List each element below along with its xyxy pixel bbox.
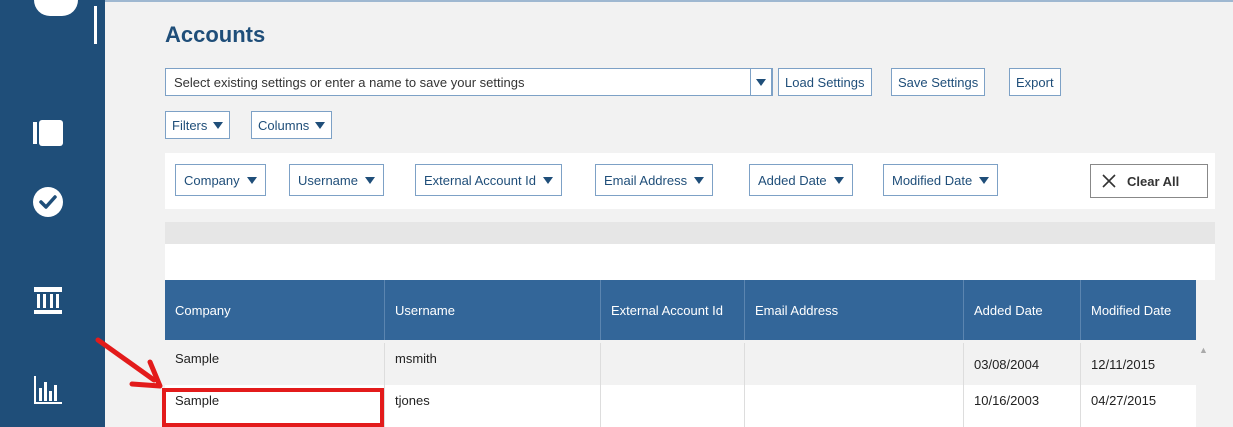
filters-button[interactable]: Filters (165, 111, 231, 139)
sidebar-top-tab[interactable] (34, 0, 78, 16)
chevron-down-icon (833, 176, 844, 184)
chevron-down-icon (543, 176, 554, 184)
annotation-highlight-box (162, 388, 384, 427)
save-settings-button[interactable]: Save Settings (891, 68, 986, 96)
chip-label: Modified Date (892, 172, 973, 188)
chip-added-date[interactable]: Added Date (749, 164, 853, 196)
sidebar (0, 0, 105, 427)
chip-email-address[interactable]: Email Address (595, 164, 714, 196)
bar-chart-icon[interactable] (28, 370, 68, 410)
chevron-down-icon (246, 176, 257, 184)
filters-label: Filters (172, 117, 208, 133)
page-title: Accounts (165, 22, 266, 47)
cell-email-address (745, 343, 964, 385)
scroll-up-arrow[interactable]: ▲ (1199, 345, 1208, 355)
chip-label: Email Address (604, 172, 688, 188)
grid-toolbar-band (165, 222, 1215, 244)
chip-modified-date[interactable]: Modified Date (883, 164, 999, 196)
column-header-modified-date[interactable]: Modified Date (1081, 280, 1196, 340)
cell-external-account-id (601, 385, 745, 427)
top-border (105, 0, 1233, 2)
documents-icon[interactable] (28, 113, 68, 153)
column-header-company[interactable]: Company (165, 280, 385, 340)
chevron-down-icon (213, 121, 224, 129)
filter-chip-bar: Company Username External Account Id Ema… (165, 153, 1215, 209)
cell-modified-date: 12/11/2015 (1091, 356, 1156, 372)
columns-button[interactable]: Columns (251, 111, 333, 139)
chevron-down-icon (756, 78, 766, 86)
chip-label: Company (184, 172, 240, 188)
chevron-down-icon (364, 176, 375, 184)
table-row[interactable]: Sample msmith 03/08/2004 12/11/2015 (165, 343, 1196, 385)
column-header-email-address[interactable]: Email Address (745, 280, 964, 340)
close-icon (1102, 174, 1116, 188)
grid-spacer (165, 244, 1215, 280)
cell-modified-date: 04/27/2015 (1091, 393, 1157, 408)
cell-username: tjones (385, 385, 601, 427)
main-content: Accounts Select existing settings or ent… (105, 0, 1233, 427)
cell-company: Sample (165, 343, 385, 385)
chevron-down-icon (694, 176, 705, 184)
column-header-added-date[interactable]: Added Date (964, 280, 1081, 340)
column-header-external-account-id[interactable]: External Account Id (601, 280, 745, 340)
table-header: Company Username External Account Id Ema… (165, 280, 1196, 340)
cell-added-date: 10/16/2003 (964, 385, 1081, 427)
sidebar-divider (94, 6, 97, 44)
chevron-down-icon (979, 176, 990, 184)
annotation-arrow-icon (95, 337, 163, 389)
load-settings-button[interactable]: Load Settings (778, 68, 872, 96)
columns-label: Columns (258, 117, 310, 133)
chip-external-account-id[interactable]: External Account Id (415, 164, 563, 196)
chip-label: Username (298, 172, 358, 188)
clear-all-button[interactable]: Clear All (1090, 164, 1208, 198)
cell-email-address (745, 385, 964, 427)
clear-all-label: Clear All (1127, 173, 1180, 189)
cell-added-date: 03/08/2004 (964, 343, 1081, 385)
cell-external-account-id (601, 343, 745, 385)
settings-name-input[interactable]: Select existing settings or enter a name… (165, 68, 773, 96)
export-button[interactable]: Export (1009, 68, 1061, 96)
chip-company[interactable]: Company (175, 164, 266, 196)
chip-username[interactable]: Username (289, 164, 384, 196)
settings-dropdown-button[interactable] (750, 68, 772, 96)
column-header-username[interactable]: Username (385, 280, 601, 340)
cell-username: msmith (385, 343, 601, 385)
chevron-down-icon (315, 121, 326, 129)
chip-label: Added Date (758, 172, 827, 188)
checkmark-icon[interactable] (28, 182, 68, 222)
bank-icon[interactable] (28, 280, 68, 320)
chip-label: External Account Id (424, 172, 537, 188)
